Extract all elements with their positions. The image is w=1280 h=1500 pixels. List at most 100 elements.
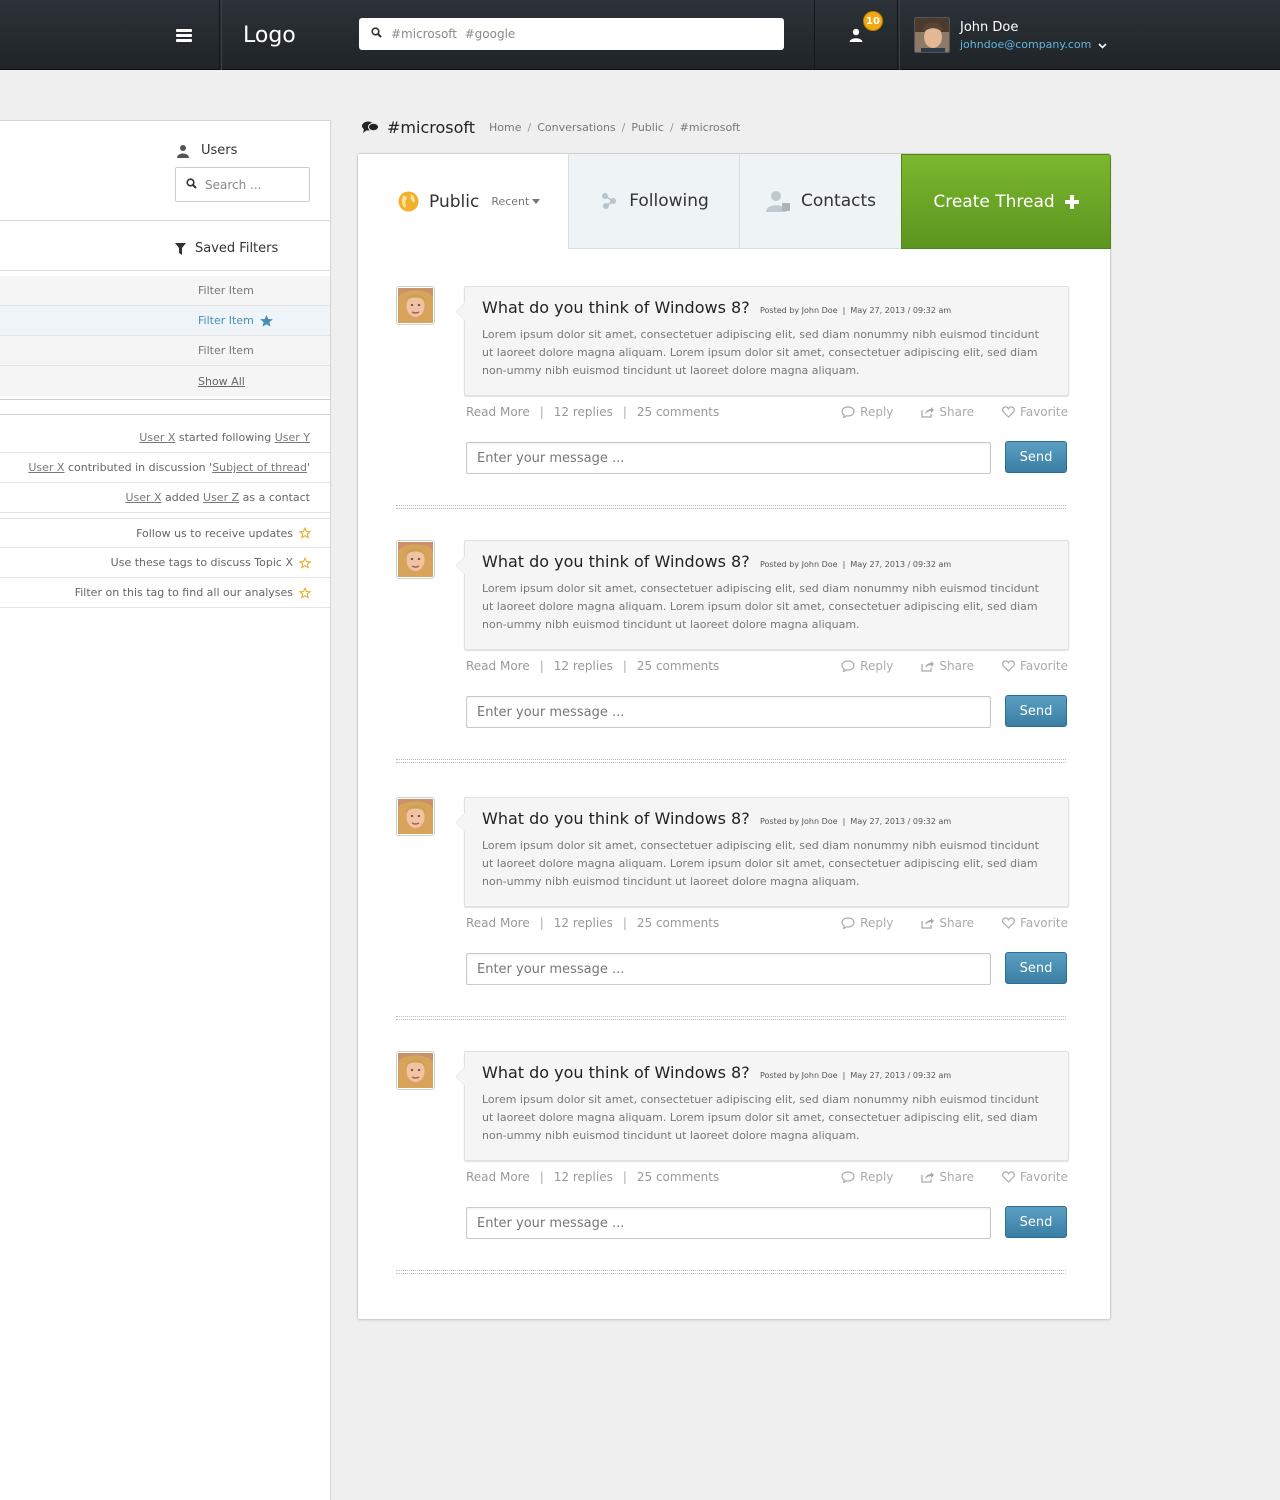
send-button[interactable]: Send	[1005, 695, 1067, 727]
separator: |	[539, 916, 544, 930]
menu-button[interactable]	[148, 0, 220, 70]
comments-link[interactable]: 25 comments	[637, 659, 719, 673]
tip-item[interactable]: Filter on this tag to find all our analy…	[0, 578, 330, 608]
share-button[interactable]: Share	[921, 916, 974, 930]
post-title[interactable]: What do you think of Windows 8?	[482, 298, 750, 317]
breadcrumb-public[interactable]: Public	[631, 121, 664, 134]
tab-following[interactable]: Following	[568, 154, 739, 249]
conversations-panel: Public Recent Following Contacts Create …	[357, 153, 1111, 1320]
activity-thread-link[interactable]: Subject of thread	[212, 461, 307, 474]
tip-item[interactable]: Use these tags to discuss Topic X	[0, 548, 330, 578]
post-divider	[396, 759, 1066, 763]
post: What do you think of Windows 8? Posted b…	[396, 1051, 1069, 1276]
activity-item: User X added User Z as a contact	[0, 483, 330, 513]
user-email: johndoe@company.com	[960, 37, 1092, 51]
activity-text: '	[306, 461, 310, 474]
post-title[interactable]: What do you think of Windows 8?	[482, 809, 750, 828]
share-icon	[921, 407, 935, 418]
tip-text: Use these tags to discuss Topic X	[110, 556, 293, 569]
logo[interactable]: Logo	[221, 0, 359, 70]
star-outline-icon[interactable]	[299, 586, 311, 599]
star-outline-icon[interactable]	[299, 556, 311, 569]
replies-link[interactable]: 12 replies	[554, 405, 613, 419]
share-icon	[921, 918, 935, 929]
users-search[interactable]	[175, 167, 310, 202]
comments-link[interactable]: 25 comments	[637, 916, 719, 930]
comments-link[interactable]: 25 comments	[637, 405, 719, 419]
activity-user-link[interactable]: User X	[125, 491, 161, 504]
filter-item[interactable]: Filter Item	[0, 336, 330, 366]
reply-input[interactable]	[466, 1207, 991, 1239]
avatar[interactable]	[396, 797, 435, 836]
comments-link[interactable]: 25 comments	[637, 1170, 719, 1184]
recent-label: Recent	[491, 195, 530, 208]
read-more-link[interactable]: Read More	[466, 659, 530, 673]
create-thread-button[interactable]: Create Thread	[901, 154, 1111, 249]
recent-dropdown[interactable]: Recent	[491, 195, 550, 208]
reply-input[interactable]	[466, 442, 991, 474]
avatar[interactable]	[396, 540, 435, 579]
favorite-button[interactable]: Favorite	[1002, 1170, 1068, 1184]
heart-icon	[1002, 406, 1015, 418]
star-outline-icon[interactable]	[299, 527, 311, 539]
share-button[interactable]: Share	[921, 659, 974, 673]
activity-item: User X started following User Y	[0, 423, 330, 453]
top-search-input[interactable]	[391, 27, 784, 41]
breadcrumb-conversations[interactable]: Conversations	[537, 121, 615, 134]
activity-user-link[interactable]: User Y	[275, 431, 310, 444]
speech-bubble-icon	[841, 660, 855, 672]
tab-following-label: Following	[629, 191, 709, 211]
activity-text: as a contact	[239, 491, 310, 504]
send-button[interactable]: Send	[1005, 441, 1067, 473]
reply-button[interactable]: Reply	[841, 405, 893, 419]
tab-public-label: Public	[429, 191, 480, 212]
reply-input[interactable]	[466, 696, 991, 728]
favorite-button[interactable]: Favorite	[1002, 916, 1068, 930]
tip-item[interactable]: Follow us to receive updates	[0, 518, 330, 548]
filter-item[interactable]: Filter Item	[0, 276, 330, 306]
tab-contacts[interactable]: Contacts	[739, 154, 901, 249]
read-more-link[interactable]: Read More	[466, 405, 530, 419]
avatar[interactable]	[396, 286, 435, 325]
filter-item-label: Filter Item	[198, 344, 254, 357]
share-button[interactable]: Share	[921, 405, 974, 419]
activity-user-link[interactable]: User Z	[203, 491, 239, 504]
read-more-link[interactable]: Read More	[466, 1170, 530, 1184]
activity-user-link[interactable]: User X	[139, 431, 175, 444]
show-all-link[interactable]: Show All	[198, 375, 245, 388]
user-menu[interactable]: John Doe johndoe@company.com	[899, 0, 1280, 70]
reply-button[interactable]: Reply	[841, 1170, 893, 1184]
divider	[0, 270, 331, 271]
replies-link[interactable]: 12 replies	[554, 916, 613, 930]
post: What do you think of Windows 8? Posted b…	[396, 797, 1069, 1022]
send-button[interactable]: Send	[1005, 1206, 1067, 1238]
post-bubble: What do you think of Windows 8? Posted b…	[464, 540, 1069, 650]
post-title[interactable]: What do you think of Windows 8?	[482, 1063, 750, 1082]
notifications-button[interactable]: 10	[814, 0, 898, 70]
send-button[interactable]: Send	[1005, 952, 1067, 984]
favorite-button[interactable]: Favorite	[1002, 405, 1068, 419]
breadcrumb-home[interactable]: Home	[489, 121, 521, 134]
tab-public[interactable]: Public Recent	[358, 154, 568, 249]
replies-link[interactable]: 12 replies	[554, 659, 613, 673]
read-more-link[interactable]: Read More	[466, 916, 530, 930]
show-all-row: Show All	[0, 366, 330, 396]
replies-link[interactable]: 12 replies	[554, 1170, 613, 1184]
activity-text: started following	[175, 431, 275, 444]
activity-user-link[interactable]: User X	[28, 461, 64, 474]
post-title[interactable]: What do you think of Windows 8?	[482, 552, 750, 571]
reply-button[interactable]: Reply	[841, 916, 893, 930]
post-body: Lorem ipsum dolor sit amet, consectetuer…	[482, 328, 1039, 377]
reply-input[interactable]	[466, 953, 991, 985]
favorite-button[interactable]: Favorite	[1002, 659, 1068, 673]
avatar[interactable]	[396, 1051, 435, 1090]
star-icon[interactable]	[259, 314, 273, 327]
chevron-down-icon[interactable]	[1098, 38, 1107, 52]
post-meta: Posted by John Doe | May 27, 2013 / 09:3…	[760, 306, 952, 315]
separator: |	[539, 659, 544, 673]
filter-item-active[interactable]: Filter Item	[0, 306, 330, 336]
users-search-input[interactable]	[205, 177, 295, 192]
top-search[interactable]	[359, 18, 784, 50]
share-button[interactable]: Share	[921, 1170, 974, 1184]
reply-button[interactable]: Reply	[841, 659, 893, 673]
